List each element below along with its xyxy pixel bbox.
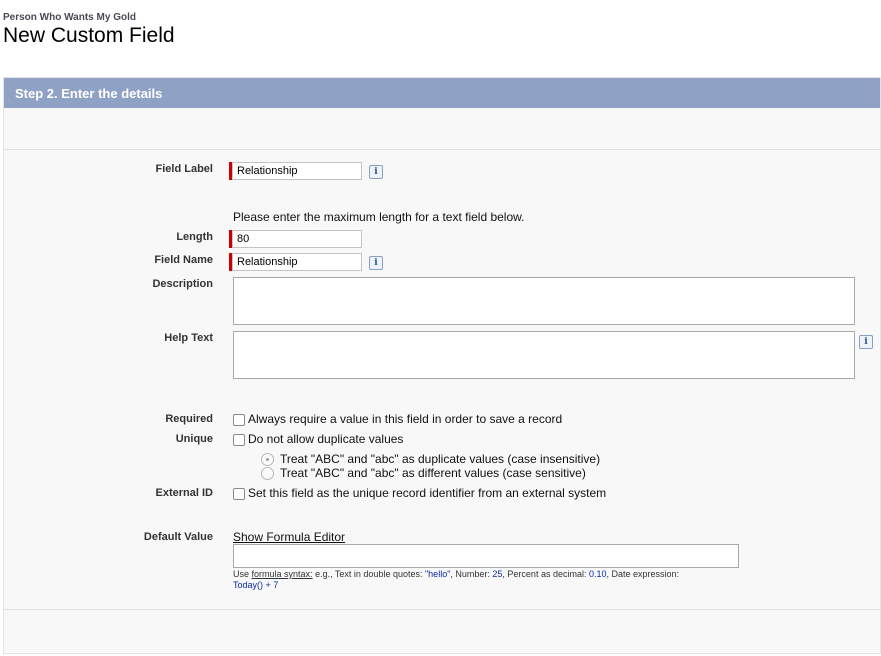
- required-text: Always require a value in this field in …: [248, 412, 563, 426]
- required-checkbox[interactable]: [233, 414, 245, 426]
- example-text: "hello": [424, 569, 451, 579]
- default-value-input[interactable]: [233, 544, 739, 568]
- case-insensitive-text: Treat "ABC" and "abc" as duplicate value…: [280, 452, 601, 466]
- show-formula-editor-link[interactable]: Show Formula Editor: [233, 530, 345, 544]
- description-textarea[interactable]: [233, 277, 855, 325]
- info-icon[interactable]: i: [859, 335, 873, 349]
- formula-hint: Use formula syntax: e.g., Text in double…: [233, 569, 753, 591]
- hint-percent-label: , Percent as decimal:: [502, 569, 589, 579]
- divider: [4, 609, 880, 610]
- example-number: 25: [492, 569, 503, 579]
- length-note: Please enter the maximum length for a te…: [233, 210, 525, 224]
- external-id-label: External ID: [155, 487, 213, 499]
- external-id-text: Set this field as the unique record iden…: [248, 486, 607, 500]
- info-icon[interactable]: i: [369, 165, 383, 179]
- case-sensitive-text: Treat "ABC" and "abc" as different value…: [280, 466, 586, 480]
- hint-use: Use: [233, 569, 250, 579]
- help-text-label: Help Text: [164, 332, 213, 344]
- case-sensitive-radio[interactable]: [261, 467, 274, 480]
- step-header: Step 2. Enter the details: [4, 78, 880, 108]
- hint-intro: e.g., Text in double quotes:: [312, 569, 425, 579]
- field-label-input[interactable]: [232, 162, 362, 180]
- field-name-label: Field Name: [154, 254, 213, 266]
- required-label: Required: [165, 413, 213, 425]
- description-label: Description: [152, 278, 213, 290]
- info-icon[interactable]: i: [369, 256, 383, 270]
- external-id-checkbox[interactable]: [233, 488, 245, 500]
- example-percent: 0.10: [588, 569, 607, 579]
- entity-name: Person Who Wants My Gold: [3, 12, 136, 23]
- unique-text: Do not allow duplicate values: [248, 432, 404, 446]
- hint-date-label: , Date expression:: [606, 569, 680, 579]
- field-label-label: Field Label: [155, 163, 213, 175]
- page-title: New Custom Field: [3, 24, 175, 47]
- field-name-input[interactable]: [232, 253, 362, 271]
- length-input[interactable]: [232, 230, 362, 248]
- divider: [4, 149, 880, 150]
- case-insensitive-radio[interactable]: [261, 453, 274, 466]
- help-text-textarea[interactable]: [233, 331, 855, 379]
- hint-number-label: , Number:: [450, 569, 493, 579]
- unique-label: Unique: [175, 433, 213, 445]
- unique-checkbox[interactable]: [233, 434, 245, 446]
- example-date: Today() + 7: [233, 580, 279, 590]
- length-label: Length: [176, 231, 213, 243]
- default-value-label: Default Value: [143, 531, 213, 543]
- formula-syntax-link[interactable]: formula syntax:: [252, 569, 313, 579]
